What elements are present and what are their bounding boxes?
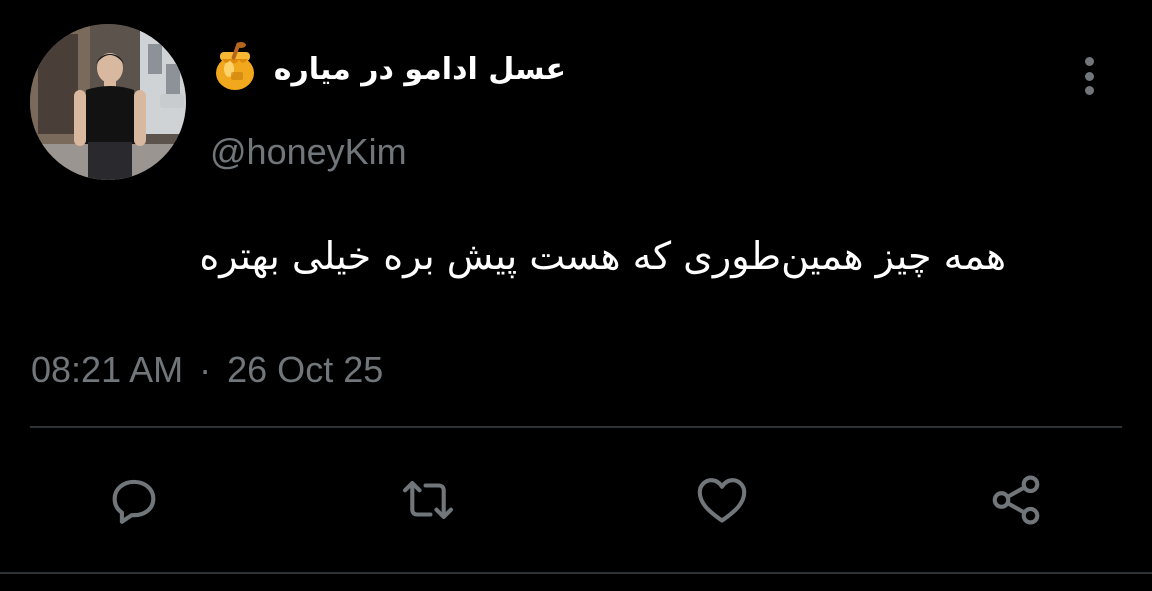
retweet-button[interactable] [398,470,458,530]
avatar-photo [30,24,186,180]
more-options-button[interactable] [1074,54,1104,98]
tweet-date: 26 Oct 25 [227,349,384,390]
divider [0,572,1152,574]
share-icon [992,475,1040,525]
tweet-time: 08:21 AM [31,349,184,390]
more-dot-icon [1084,86,1094,95]
display-name[interactable]: عسل ادامو در میاره [274,50,566,90]
reply-icon [112,479,156,524]
reply-button[interactable] [104,470,164,530]
user-handle[interactable]: @honeyKim [210,130,407,174]
divider [30,426,1122,428]
tweet-text: همه چیز همین‌طوری که هست پیش بره خیلی به… [199,234,1006,278]
avatar[interactable] [30,24,186,180]
like-button[interactable] [692,470,752,530]
timestamp-separator: · [199,349,212,390]
heart-icon [697,478,747,523]
more-dot-icon [1084,71,1094,81]
tweet-timestamp[interactable]: 08:21 AM · 26 Oct 25 [31,348,383,392]
share-button[interactable] [986,470,1046,530]
retweet-icon [402,481,454,519]
honey-pot-icon [212,42,258,92]
more-dot-icon [1084,57,1094,66]
